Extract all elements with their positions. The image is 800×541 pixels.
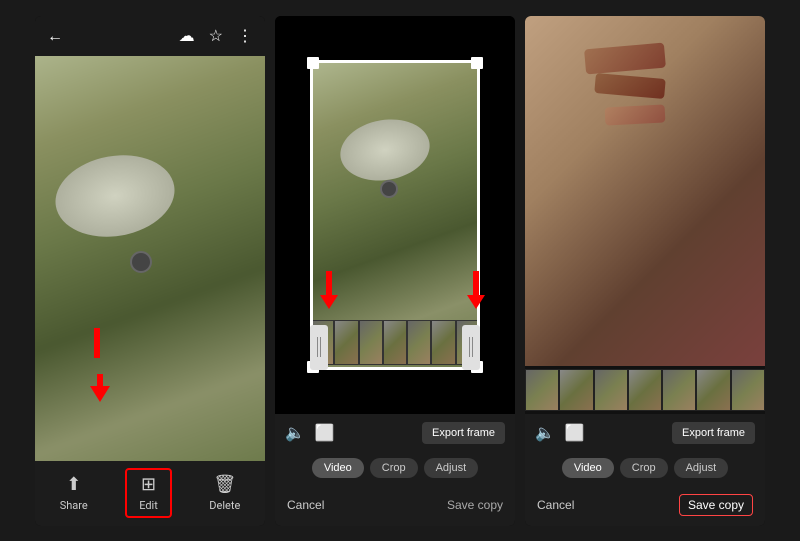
share-label: Share — [60, 499, 88, 512]
share-button[interactable]: ⬆ Share — [48, 470, 100, 516]
controls-bar-2: 🔈 ⬜ Export frame — [275, 414, 515, 452]
film-frame-3 — [731, 369, 765, 411]
edit-button[interactable]: ⊞ Edit — [125, 468, 172, 518]
delete-label: Delete — [209, 499, 240, 512]
video-content-3 — [525, 16, 765, 414]
video-area-2 — [275, 16, 515, 414]
bottom-bar-1: ⬆ Share ⊞ Edit 🗑 Delete — [35, 461, 265, 526]
log-2 — [594, 72, 665, 98]
delete-icon: 🗑 — [213, 474, 236, 495]
tab-crop-2[interactable]: Crop — [370, 458, 418, 478]
cancel-button-3[interactable]: Cancel — [537, 498, 574, 512]
circle-marker — [130, 251, 152, 273]
share-icon: ⬆ — [66, 474, 81, 495]
volume-icon-3[interactable]: 🔈 — [535, 423, 555, 442]
menu-icon[interactable]: ⋮ — [237, 26, 253, 45]
film-frame-3 — [662, 369, 696, 411]
cloud-icon[interactable]: ☁ — [179, 26, 195, 45]
tab-video-2[interactable]: Video — [312, 458, 364, 478]
film-frame-3 — [525, 369, 559, 411]
top-bar-icons: ☁ ☆ ⋮ — [179, 26, 253, 45]
crop-border-right — [477, 60, 480, 370]
film-frame-3 — [559, 369, 593, 411]
red-arrow-3 — [467, 271, 485, 309]
video-area-3 — [525, 16, 765, 414]
film-frame — [334, 320, 358, 365]
export-frame-button-3[interactable]: Export frame — [672, 422, 755, 444]
edit-icon: ⊞ — [141, 474, 156, 495]
action-bar-3: Cancel Save copy — [525, 484, 765, 526]
arrow-head-1 — [90, 386, 110, 402]
corner-handle-tr[interactable] — [471, 57, 483, 69]
subtitle-icon-3[interactable]: ⬜ — [565, 423, 585, 442]
marker-video — [380, 180, 398, 198]
controls-bar-3: 🔈 ⬜ Export frame — [525, 414, 765, 452]
top-bar-1: ← ☁ ☆ ⋮ — [35, 16, 265, 56]
filmstrip-2 — [310, 320, 480, 365]
film-frame — [383, 320, 407, 365]
crop-border-bottom — [310, 367, 480, 370]
film-frame-3 — [696, 369, 730, 411]
red-arrow-1 — [90, 356, 110, 402]
film-frame-3 — [594, 369, 628, 411]
handle-grip-right — [469, 337, 473, 357]
action-bar-2: Cancel Save copy — [275, 484, 515, 526]
red-arrow-2 — [320, 271, 338, 309]
log-1 — [584, 42, 666, 74]
film-frame-3 — [628, 369, 662, 411]
save-copy-button-2[interactable]: Save copy — [447, 498, 503, 512]
tab-adjust-2[interactable]: Adjust — [424, 458, 479, 478]
tab-adjust-3[interactable]: Adjust — [674, 458, 729, 478]
corner-handle-tl[interactable] — [307, 57, 319, 69]
star-icon[interactable]: ☆ — [209, 26, 223, 45]
tabs-bar-3: Video Crop Adjust — [525, 452, 765, 484]
volume-icon[interactable]: 🔈 — [285, 423, 305, 442]
photo-area — [35, 56, 265, 461]
tab-crop-3[interactable]: Crop — [620, 458, 668, 478]
phone-screen-2: 🔈 ⬜ Export frame Video Crop Adjust Cance… — [275, 16, 515, 526]
rock-video — [335, 112, 434, 187]
film-frame — [407, 320, 431, 365]
slider-handle-right[interactable] — [462, 325, 480, 370]
crop-border-left — [310, 60, 313, 370]
save-copy-button-3[interactable]: Save copy — [679, 494, 753, 516]
log-3 — [605, 104, 666, 125]
video-frame-2 — [310, 60, 480, 370]
edit-label: Edit — [139, 499, 158, 512]
film-frame — [359, 320, 383, 365]
phone-screen-3: 🔈 ⬜ Export frame Video Crop Adjust Cance… — [525, 16, 765, 526]
video-content-2 — [310, 60, 480, 370]
filmstrip-area-2 — [310, 315, 480, 370]
subtitle-icon[interactable]: ⬜ — [315, 423, 335, 442]
crop-border-top — [310, 60, 480, 63]
back-icon[interactable]: ← — [47, 26, 63, 46]
phone-screen-1: ← ☁ ☆ ⋮ ⬆ Share ⊞ Edit 🗑 Delet — [35, 16, 265, 526]
film-frame — [431, 320, 455, 365]
export-frame-button[interactable]: Export frame — [422, 422, 505, 444]
filmstrip-container-3 — [525, 366, 765, 414]
tab-video-3[interactable]: Video — [562, 458, 614, 478]
slider-handle-left[interactable] — [310, 325, 328, 370]
handle-grip-left — [317, 337, 321, 357]
tabs-bar-2: Video Crop Adjust — [275, 452, 515, 484]
filmstrip-3 — [525, 369, 765, 411]
delete-button[interactable]: 🗑 Delete — [197, 470, 252, 516]
cancel-button-2[interactable]: Cancel — [287, 498, 324, 512]
